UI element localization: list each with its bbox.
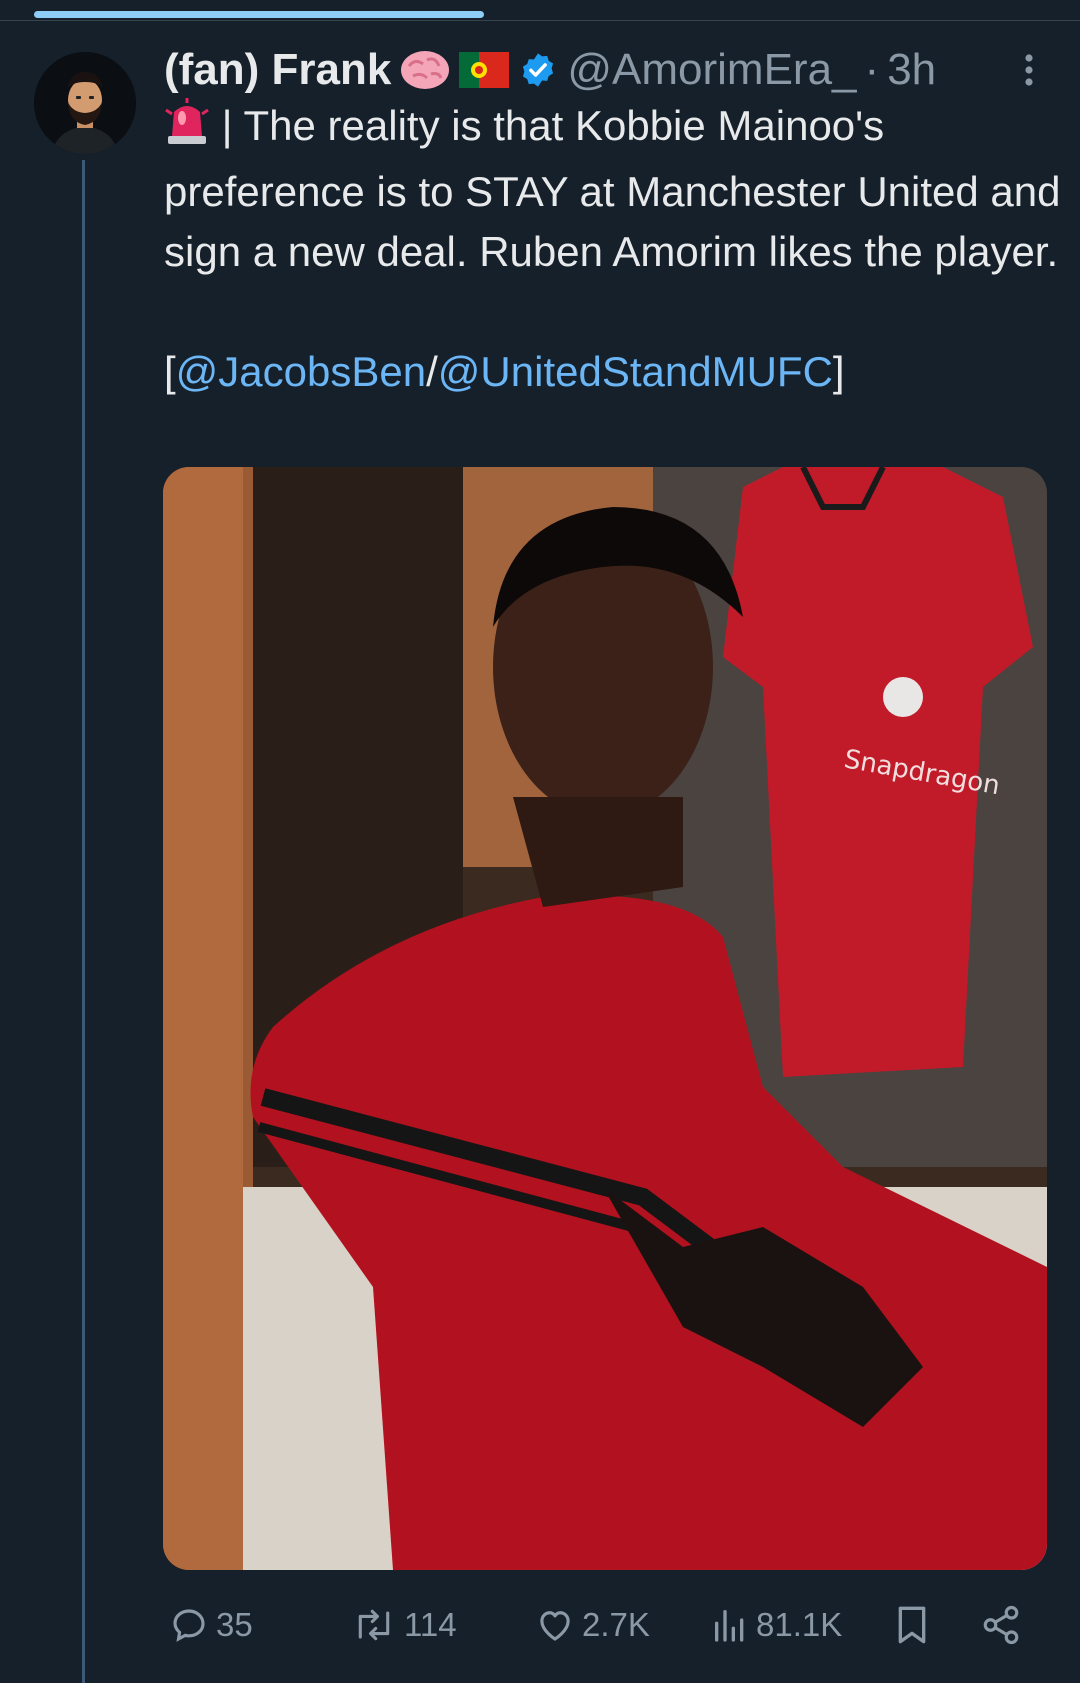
views-button[interactable]: 81.1K [710,1590,842,1660]
reply-count: 35 [216,1606,253,1643]
tweet-bracket-close: ] [832,348,845,395]
bookmark-button[interactable] [892,1590,938,1660]
tweet-actions: 35 114 2.7K 81.1K [0,1590,1080,1660]
brain-icon [399,48,451,92]
avatar[interactable] [34,52,136,154]
like-button[interactable]: 2.7K [534,1590,650,1660]
like-icon [540,1611,570,1641]
repost-count: 114 [404,1606,457,1643]
reply-icon [173,1609,205,1642]
tweet-media-image[interactable]: Snapdragon [163,467,1047,1570]
tweet-timestamp[interactable]: 3h [887,45,936,95]
share-icon [983,1605,1019,1645]
header-separator: · [864,45,880,94]
repost-button[interactable]: 114 [350,1590,457,1660]
mention-jacobsben[interactable]: @JacobsBen [176,348,426,395]
mention-unitedstandmufc[interactable]: @UnitedStandMUFC [438,348,833,395]
display-name[interactable]: (fan) Frank [164,45,391,95]
share-button[interactable] [980,1590,1028,1660]
more-options-icon[interactable] [1014,50,1044,90]
views-count: 81.1K [756,1606,843,1643]
mention-separator: / [426,348,438,395]
siren-icon [164,98,210,162]
user-handle[interactable]: @AmorimEra_ [567,45,856,95]
tweet-header: (fan) Frank @AmorimEra_ · 3h [164,40,936,100]
repost-icon [358,1609,390,1641]
portugal-flag-icon [459,52,510,88]
reply-button[interactable]: 35 [168,1590,253,1660]
tweet-text: | The reality is that Kobbie Mainoo's pr… [164,96,1064,402]
loading-progress-bar [34,11,484,18]
bookmark-icon [898,1606,926,1644]
thread-line [82,160,85,1683]
top-divider [0,20,1080,21]
views-icon [715,1610,744,1642]
verified-badge-icon [519,51,557,89]
like-count: 2.7K [582,1606,650,1643]
